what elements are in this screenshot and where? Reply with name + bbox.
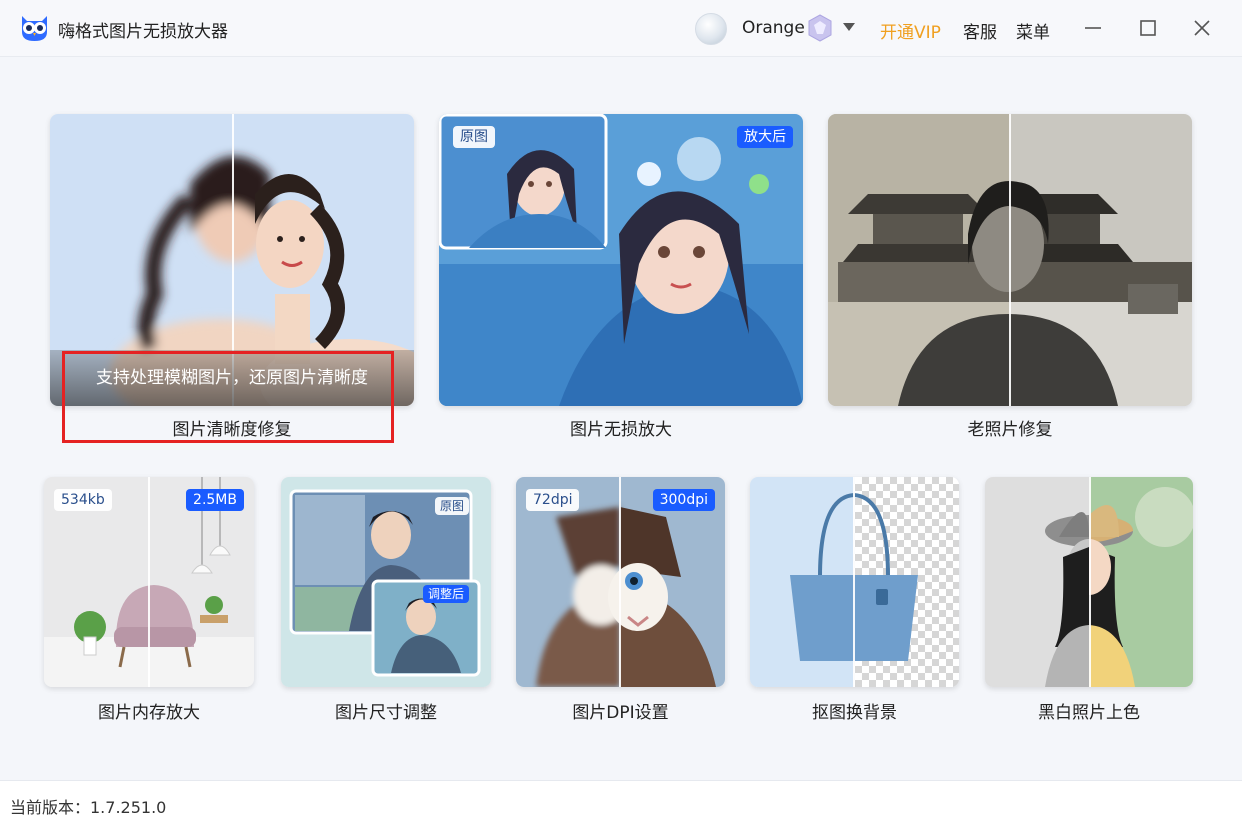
feature-card-colorize[interactable]: 黑白照片上色 [985,477,1193,725]
dpi-setting-label: 图片DPI设置 [572,703,669,723]
lossless-upscale-label: 图片无损放大 [570,420,672,440]
original-size-tag: 534kb [54,489,112,511]
feature-card-size-adjust[interactable]: 原图 调整后 图片尺寸调整 [281,477,491,725]
cutout-background-label: 抠图换背景 [812,703,897,723]
status-footer: 当前版本：1.7.251.0 [0,780,1242,824]
feature-card-dpi-setting[interactable]: 72dpi 300dpi 图片DPI设置 [516,477,725,725]
close-icon[interactable] [1189,15,1215,41]
feature-card-memory-enlarge[interactable]: 534kb 2.5MB 图片内存放大 [44,477,254,725]
memory-enlarge-thumbnail: 534kb 2.5MB [44,477,254,687]
clarity-repair-hover-text: 支持处理模糊图片，还原图片清晰度 [50,350,414,406]
app-title: 嗨格式图片无损放大器 [58,22,228,42]
clarity-repair-thumbnail: 支持处理模糊图片，还原图片清晰度 [50,114,414,406]
title-bar: 嗨格式图片无损放大器 Orange 开通VIP 客服 菜单 [0,0,1242,57]
vip-diamond-icon [808,14,832,42]
minimize-icon[interactable] [1080,15,1106,41]
target-dpi-tag: 300dpi [652,489,715,511]
memory-enlarge-label: 图片内存放大 [98,703,200,723]
maximize-icon[interactable] [1135,15,1161,41]
feature-card-clarity-repair[interactable]: 支持处理模糊图片，还原图片清晰度 图片清晰度修复 [50,114,414,444]
adjusted-tag: 调整后 [422,585,469,603]
owl-logo-icon [22,16,47,41]
original-dpi-tag: 72dpi [526,489,580,511]
menu-link[interactable]: 菜单 [1016,18,1050,43]
lossless-upscale-thumbnail: 原图 放大后 [439,114,803,406]
customer-service-link[interactable]: 客服 [963,18,997,43]
user-avatar[interactable] [695,13,727,45]
open-vip-link[interactable]: 开通VIP [880,18,941,43]
dpi-setting-thumbnail: 72dpi 300dpi [516,477,725,687]
feature-card-cutout-background[interactable]: 抠图换背景 [750,477,959,725]
enlarged-size-tag: 2.5MB [186,489,244,511]
chevron-down-icon[interactable] [843,23,855,32]
version-text: 当前版本：1.7.251.0 [10,798,167,817]
original-tag: 原图 [453,126,495,148]
clarity-repair-label: 图片清晰度修复 [172,420,292,440]
size-adjust-label: 图片尺寸调整 [335,703,437,723]
cutout-background-thumbnail [750,477,959,687]
size-adjust-thumbnail: 原图 调整后 [281,477,491,687]
upscaled-tag: 放大后 [737,126,793,148]
old-photo-repair-label: 老照片修复 [967,420,1053,440]
old-photo-thumbnail [828,114,1192,406]
feature-card-old-photo-repair[interactable]: 老照片修复 [828,114,1192,444]
colorize-thumbnail [985,477,1193,687]
colorize-label: 黑白照片上色 [1038,703,1140,723]
feature-card-lossless-upscale[interactable]: 原图 放大后 图片无损放大 [439,114,803,444]
original-tag: 原图 [434,497,469,515]
username[interactable]: Orange [742,18,805,38]
